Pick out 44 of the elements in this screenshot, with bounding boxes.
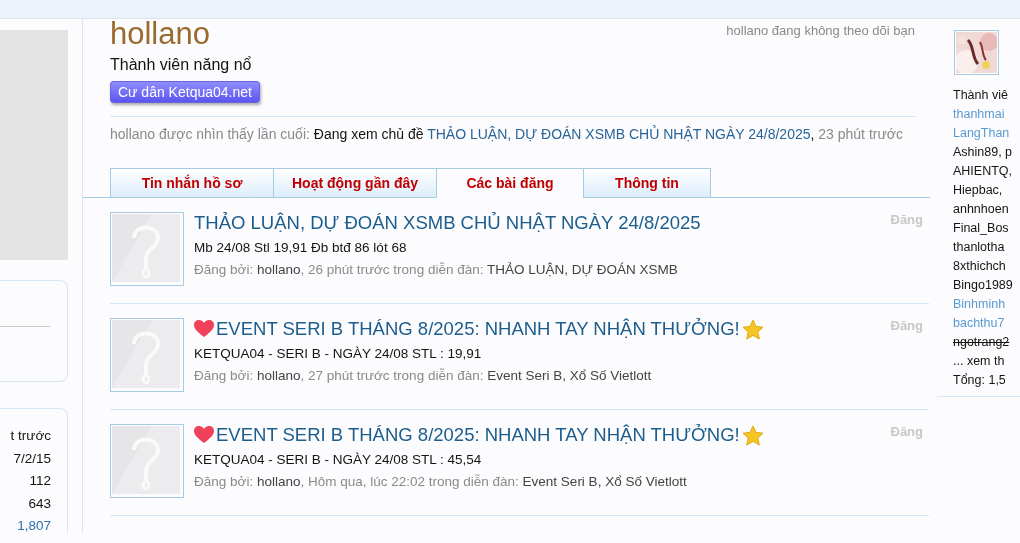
member-link[interactable]: anhnhoen [953,200,1009,219]
profile-tab[interactable]: Các bài đăng [436,168,583,198]
member-link[interactable]: AHIENTQ, [953,162,1013,181]
user-banner: Cư dân Ketqua04.net [110,81,260,103]
stat-value: t trước [10,427,51,445]
avatar-placeholder[interactable] [110,318,184,392]
post-snippet: Mb 24/08 Stl 19,91 Đb btđ 86 lót 68 [194,240,408,255]
post-title[interactable]: EVENT SERI B THÁNG 8/2025: NHANH TAY NHẬN THƯỞNG! [216,318,740,340]
thread-link[interactable]: THẢO LUẬN, DỰ ĐOÁN XSMB CHỦ NHẬT NGÀY 24/8/2025 [427,126,811,142]
profile-tab[interactable]: Tin nhắn hồ sơ [110,168,273,198]
member-avatar[interactable] [954,30,999,75]
stat-value: 7/2/15 [13,449,51,468]
member-link[interactable]: Final_Bos [953,219,1009,238]
follow-status: hollano đang không theo dõi bạn [726,23,915,38]
post-title[interactable]: EVENT SERI B THÁNG 8/2025: NHANH TAY NHẬN THƯỞNG! [216,424,740,446]
stat-value: 112 [29,472,51,490]
stat-link[interactable]: 1,807 [17,515,51,533]
avatar-placeholder[interactable] [110,424,184,498]
post-title[interactable]: THẢO LUẬN, DỰ ĐOÁN XSMB CHỦ NHẬT NGÀY 24/8/2025 [194,212,701,234]
post-meta: Đăng bởi: hollano, 26 phút trước trong diễn đàn: THẢO LUẬN, DỰ ĐOÁN XSMB [194,262,679,277]
member-link[interactable]: 8xthichch [953,257,1006,276]
post-meta: Đăng bởi: hollano, 27 phút trước trong diễn đàn: Event Seri B, Xổ Số Vietlott [194,368,653,383]
post-snippet: KETQUA04 - SERI B - NGÀY 24/08 STL : 45,54 [194,452,483,467]
user-title: Thành viên năng nổ [110,56,252,74]
post-snippet: KETQUA04 - SERI B - NGÀY 24/08 STL : 19,91 [194,346,483,361]
avatar-placeholder[interactable] [110,212,184,286]
post-meta: Đăng bởi: hollano, Hôm qua, lúc 22:02 trong diễn đàn: Event Seri B, Xổ Số Vietlott [194,474,688,489]
username: hollano [110,19,210,49]
member-link[interactable]: ngotrang2 [953,333,1010,352]
star-icon [741,424,764,446]
heart-icon [194,320,214,338]
member-link[interactable]: thanlotha [953,238,1005,257]
heart-icon [194,426,214,444]
more-link[interactable]: ... xem th [953,352,1005,371]
profile-tab[interactable]: Thông tin [583,168,711,198]
stat-value: 643 [28,494,51,513]
online-label: Thành viê [953,87,1008,104]
member-link[interactable]: Bingo1989 [953,276,1013,295]
member-total: Tổng: 1,5 [953,372,1006,389]
profile-tab[interactable]: Hoạt động gần đây [273,168,436,198]
member-link[interactable]: Ashin89, p [953,143,1013,162]
last-seen-text: hollano được nhìn thấy lần cuối: Đang xem chủ đề THẢO LUẬN, DỰ ĐOÁN XSMB CHỦ NHẬT NGÀY 24/8/2025, 23 phút trước [110,116,915,144]
member-link[interactable]: Hiepbac, [953,181,1003,200]
star-icon [741,318,764,340]
